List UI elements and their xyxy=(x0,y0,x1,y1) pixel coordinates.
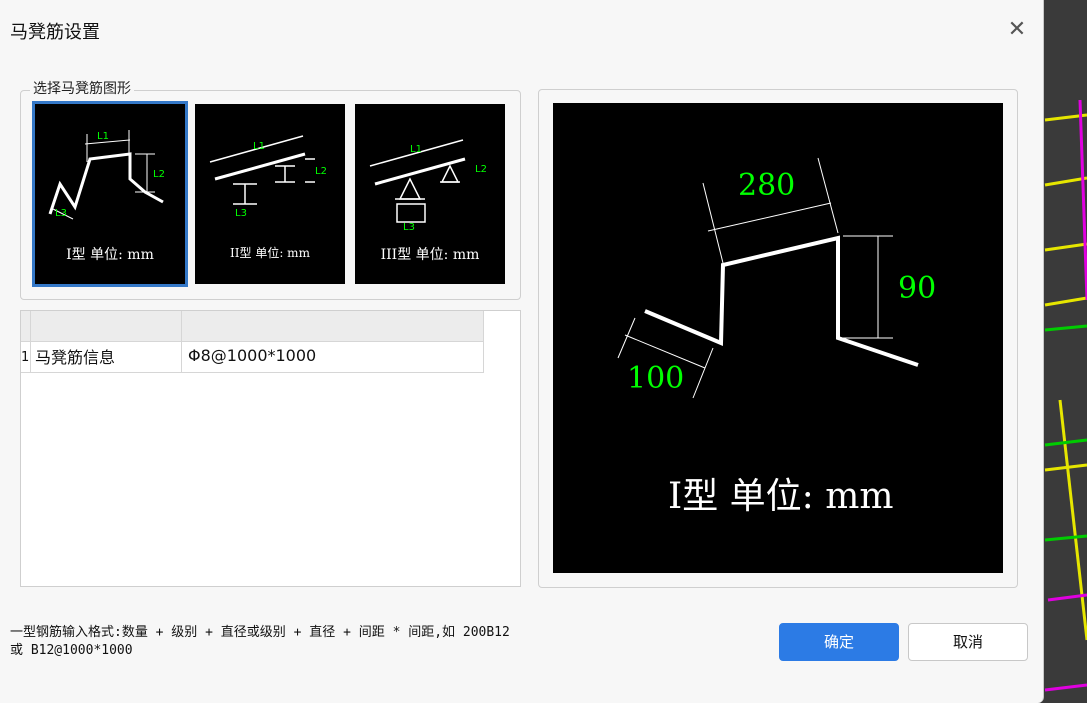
preview-caption: I型 单位: mm xyxy=(668,476,894,517)
thumb1-l3-label: L3 xyxy=(55,208,67,219)
thumb2-caption: II型 单位: mm xyxy=(230,246,310,260)
ok-button[interactable]: 确定 xyxy=(779,623,899,661)
thumb1-l2-label: L2 xyxy=(153,169,165,180)
hint-line2: 或 B12@1000*1000 xyxy=(10,643,133,658)
thumb2-l3-label: L3 xyxy=(235,208,247,219)
table-header-value xyxy=(182,311,484,342)
preview-drawing: 280 90 100 I型 单位: mm xyxy=(553,103,1003,573)
shape-thumb-type2[interactable]: L1 L2 L3 II型 单位: mm xyxy=(195,104,345,284)
thumb3-l2-label: L2 xyxy=(475,164,487,175)
table-corner-header xyxy=(21,311,31,342)
mark-rebar-dialog: 马凳筋设置 ✕ 选择马凳筋图形 L1 L2 L3 I型 单位: mm L1 L2… xyxy=(0,0,1044,703)
thumb2-l1-label: L1 xyxy=(253,141,265,152)
input-format-hint: 一型钢筋输入格式:数量 + 级别 + 直径或级别 + 直径 + 间距 * 间距,… xyxy=(10,624,510,660)
dialog-title: 马凳筋设置 xyxy=(10,22,100,43)
thumb2-l2-label: L2 xyxy=(315,166,327,177)
property-table: 1 马凳筋信息 Φ8@1000*1000 xyxy=(20,310,521,587)
dim-top-label: 280 xyxy=(738,168,795,203)
thumb1-l1-label: L1 xyxy=(97,131,109,142)
table-row-index: 1 xyxy=(21,342,31,373)
thumb3-l1-label: L1 xyxy=(410,144,422,155)
cancel-button[interactable]: 取消 xyxy=(908,623,1028,661)
shape-thumb-type1[interactable]: L1 L2 L3 I型 单位: mm xyxy=(32,101,188,287)
close-icon[interactable]: ✕ xyxy=(1003,16,1031,44)
dim-right-label: 90 xyxy=(898,271,936,306)
shape-thumb-type3[interactable]: L1 L2 L3 III型 单位: mm xyxy=(355,104,505,284)
dim-left-label: 100 xyxy=(627,361,684,396)
table-header-name xyxy=(31,311,182,342)
table-row-value-input[interactable]: Φ8@1000*1000 xyxy=(182,342,484,373)
hint-line1: 一型钢筋输入格式:数量 + 级别 + 直径或级别 + 直径 + 间距 * 间距,… xyxy=(10,625,510,640)
thumb1-caption: I型 单位: mm xyxy=(66,247,154,263)
table-row-name: 马凳筋信息 xyxy=(31,342,182,373)
thumb3-l3-label: L3 xyxy=(403,222,415,233)
shape-group-label: 选择马凳筋图形 xyxy=(30,78,134,98)
thumb3-caption: III型 单位: mm xyxy=(380,247,480,263)
